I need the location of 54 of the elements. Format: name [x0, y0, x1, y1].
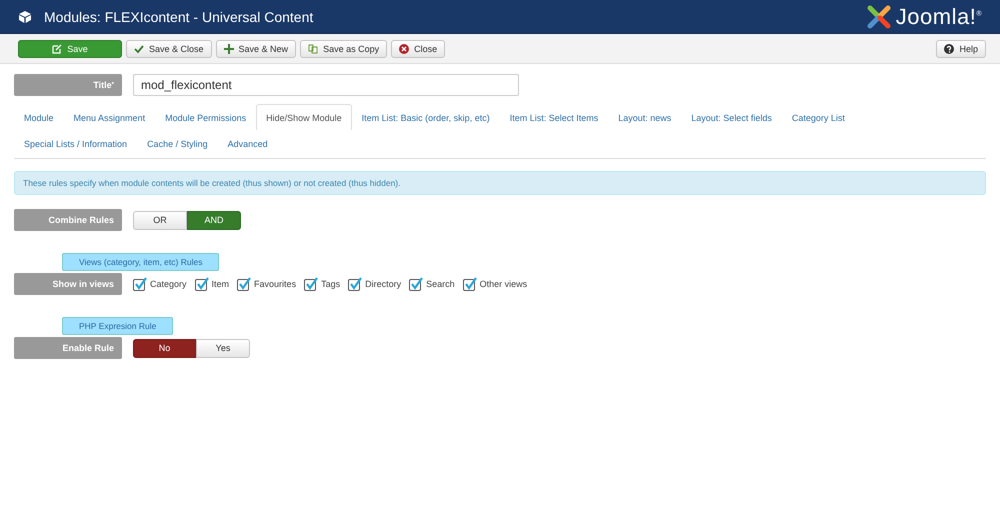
- checkbox[interactable]: [304, 277, 318, 291]
- tab[interactable]: Hide/Show Module: [256, 104, 352, 130]
- help-button[interactable]: Help: [936, 40, 986, 58]
- plus-icon: [224, 44, 234, 54]
- toggle-option[interactable]: No: [133, 338, 196, 358]
- edit-icon: [52, 44, 62, 54]
- checkbox[interactable]: [409, 277, 424, 291]
- cube-icon: [18, 10, 32, 24]
- copy-icon: [308, 44, 318, 54]
- checkbox-label: Search: [426, 279, 455, 289]
- help-icon: [944, 44, 954, 54]
- field-label: Title$^{*}$: [14, 74, 122, 96]
- checkbox[interactable]: [194, 277, 209, 291]
- checkbox[interactable]: [237, 277, 252, 291]
- page-title: Modules: FLEXIcontent - Universal Content: [44, 8, 314, 24]
- field-label: Enable Rule: [14, 337, 122, 359]
- tab[interactable]: Advanced: [218, 130, 278, 156]
- close-icon: [399, 44, 410, 54]
- checkbox-label: Category: [150, 279, 187, 289]
- toolbar-button[interactable]: Save & New: [216, 40, 296, 58]
- section-heading: Views (category, item, etc) Rules: [62, 253, 220, 271]
- field-label: Show in views: [14, 273, 122, 295]
- tab[interactable]: Item List: Select Items: [500, 104, 608, 130]
- toggle-option[interactable]: OR: [133, 210, 187, 230]
- toggle-option[interactable]: AND: [187, 210, 241, 230]
- toolbar-button[interactable]: Save & Close: [126, 40, 212, 58]
- toolbar-button[interactable]: Save as Copy: [300, 40, 388, 58]
- info-message: These rules specify when module contents will be created (thus shown) or not created (thus hidden).: [14, 171, 986, 195]
- checkbox-label: Directory: [365, 279, 402, 289]
- tab[interactable]: Module: [14, 104, 64, 130]
- checkbox[interactable]: [133, 277, 147, 291]
- toolbar-button[interactable]: Close: [391, 40, 446, 58]
- tab[interactable]: Layout: Select fields: [681, 104, 782, 130]
- checkbox[interactable]: [348, 277, 362, 291]
- tab[interactable]: Special Lists / Information: [14, 130, 138, 156]
- checkmark-icon: [134, 44, 144, 54]
- toggle-option[interactable]: Yes: [196, 338, 250, 358]
- logo-text: Joomla!$^{®}$: [896, 4, 982, 30]
- checkbox-label: Other views: [480, 279, 528, 289]
- tab[interactable]: Category List: [782, 104, 855, 130]
- checkbox-label: Favourites: [254, 279, 296, 289]
- logo-icon: [866, 4, 892, 30]
- tab[interactable]: Menu Assignment: [64, 104, 156, 130]
- tab[interactable]: Module Permissions: [155, 104, 256, 130]
- toolbar-button[interactable]: Save: [18, 40, 122, 58]
- checkbox-label: Tags: [321, 279, 340, 289]
- tab[interactable]: Item List: Basic (order, skip, etc): [352, 104, 500, 130]
- tab[interactable]: Layout: news: [608, 104, 682, 130]
- checkbox-label: Item: [212, 279, 230, 289]
- checkbox[interactable]: [462, 277, 477, 291]
- section-heading: PHP Expresion Rule: [62, 317, 174, 335]
- tab[interactable]: Cache / Styling: [137, 130, 218, 156]
- field-label: Combine Rules: [14, 209, 122, 231]
- title-field[interactable]: mod_flexicontent: [133, 74, 519, 96]
